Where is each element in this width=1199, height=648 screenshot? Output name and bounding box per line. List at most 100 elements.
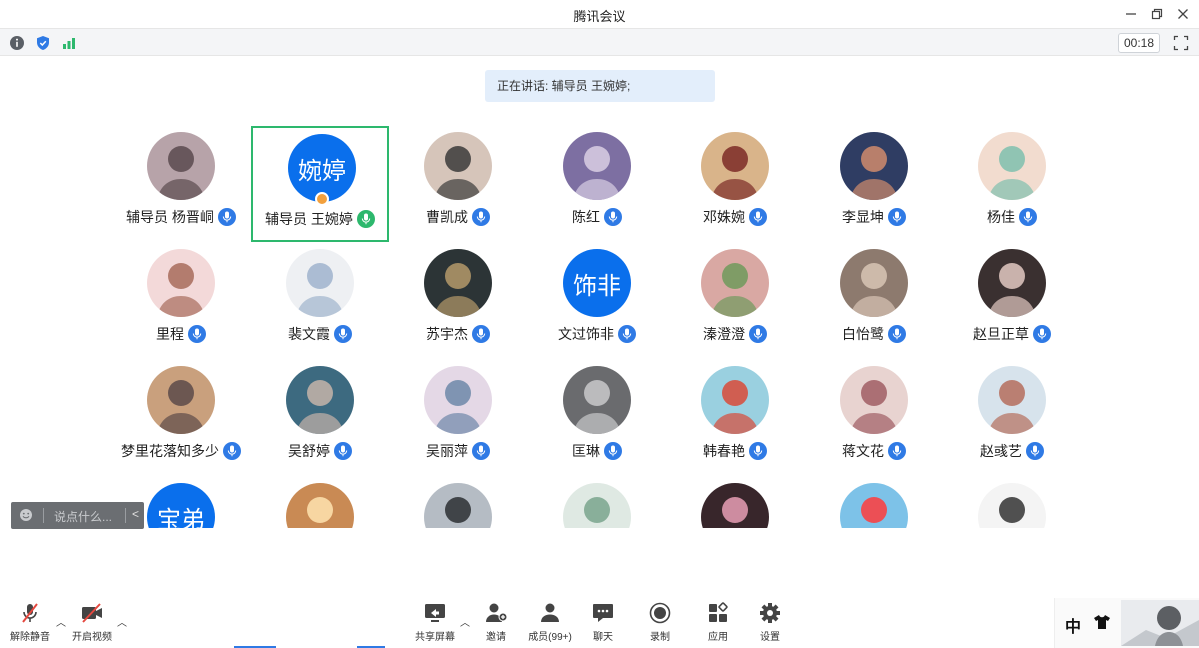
participant-tile[interactable]: 韩春艳 <box>666 360 804 476</box>
participant-tile[interactable]: 吴丽萍 <box>389 360 527 476</box>
skin-icon[interactable] <box>1093 614 1111 630</box>
participant-tile[interactable] <box>251 477 389 528</box>
participant-name-row: 吴舒婷 <box>251 441 389 461</box>
restore-button[interactable] <box>1144 3 1170 25</box>
mic-icon <box>749 442 767 460</box>
participant-name-row: 陈红 <box>528 207 666 227</box>
ime-toolbar[interactable]: 中 <box>1054 598 1199 648</box>
participant-name-row: 苏宇杰 <box>389 324 527 344</box>
participant-tile[interactable] <box>666 477 804 528</box>
signal-icon[interactable] <box>61 35 77 51</box>
participant-tile[interactable]: 杨佳 <box>943 126 1072 242</box>
mic-icon <box>188 325 206 343</box>
avatar <box>424 249 492 317</box>
participant-name-row: 杨佳 <box>943 207 1072 227</box>
ime-mode-indicator[interactable]: 中 <box>1065 613 1081 637</box>
avatar-photo <box>840 366 908 434</box>
participant-name-row: 梦里花落知多少 <box>112 441 250 461</box>
record-button[interactable]: 录制 <box>646 602 674 644</box>
participant-tile-speaking[interactable]: 婉婷 辅导员 王婉婷 <box>251 126 389 242</box>
unmute-button[interactable]: 解除静音 <box>8 602 52 644</box>
participant-tile[interactable]: 吴舒婷 <box>251 360 389 476</box>
record-icon <box>649 602 671 624</box>
avatar <box>147 132 215 200</box>
participant-tile[interactable] <box>528 477 666 528</box>
invite-button[interactable]: 邀请 <box>480 602 512 644</box>
participant-tile[interactable]: 李显坤 <box>805 126 943 242</box>
settings-label: 设置 <box>760 632 780 643</box>
avatar-photo <box>286 249 354 317</box>
participant-tile[interactable]: 赵旦正草 <box>943 243 1072 359</box>
mic-icon <box>217 208 236 226</box>
participant-name: 吴舒婷 <box>288 443 330 459</box>
participant-name: 里程 <box>156 326 184 342</box>
participant-name: 梦里花落知多少 <box>121 443 219 459</box>
chat-input-box[interactable]: 说点什么... < <box>11 502 144 529</box>
meeting-timer: 00:18 <box>1118 33 1160 53</box>
info-icon[interactable] <box>9 35 25 51</box>
participant-tile[interactable]: 饰非 文过饰非 <box>528 243 666 359</box>
close-button[interactable] <box>1170 3 1196 25</box>
start-video-button[interactable]: 开启视频 <box>70 602 114 644</box>
shield-icon[interactable] <box>35 35 51 51</box>
avatar-photo <box>978 366 1046 434</box>
participant-tile[interactable]: 曹凯成 <box>389 126 527 242</box>
avatar <box>978 483 1046 528</box>
share-options-chevron-icon[interactable]: ︿ <box>460 614 470 629</box>
collapse-chat-button[interactable]: < <box>132 507 139 521</box>
chat-button[interactable]: 聊天 <box>589 602 617 644</box>
avatar-photo <box>424 483 492 528</box>
minimize-button[interactable] <box>1118 3 1144 25</box>
participant-tile[interactable]: 匡琳 <box>528 360 666 476</box>
participant-tile[interactable]: 裴文霞 <box>251 243 389 359</box>
fullscreen-icon[interactable] <box>1173 35 1189 51</box>
participant-tile[interactable]: 蒋文花 <box>805 360 943 476</box>
host-badge-icon <box>315 192 329 206</box>
avatar <box>840 132 908 200</box>
share-screen-button[interactable]: 共享屏幕 <box>413 602 457 644</box>
participant-name-row: 蒋文花 <box>805 441 943 461</box>
avatar-photo <box>563 366 631 434</box>
audio-options-chevron-icon[interactable]: ︿ <box>56 614 66 629</box>
avatar-photo <box>424 132 492 200</box>
participant-tile[interactable]: 溱澄澄 <box>666 243 804 359</box>
participant-tile[interactable]: 里程 <box>112 243 250 359</box>
avatar-photo <box>286 483 354 528</box>
mic-icon <box>888 442 906 460</box>
avatar-initials: 婉婷 <box>298 157 346 185</box>
video-options-chevron-icon[interactable]: ︿ <box>117 614 127 629</box>
participant-name-row: 溱澄澄 <box>666 324 804 344</box>
avatar <box>286 249 354 317</box>
participant-name-row: 曹凯成 <box>389 207 527 227</box>
chat-placeholder[interactable]: 说点什么... <box>54 508 112 525</box>
ime-skin-image <box>1121 600 1199 646</box>
participant-tile[interactable]: 苏宇杰 <box>389 243 527 359</box>
mic-icon <box>472 208 490 226</box>
participant-tile[interactable]: 赵彧艺 <box>943 360 1072 476</box>
participant-tile[interactable] <box>389 477 527 528</box>
participant-tile[interactable]: 邓姝婉 <box>666 126 804 242</box>
participant-tile[interactable]: 陈红 <box>528 126 666 242</box>
participant-tile[interactable]: 辅导员 杨晋峒 <box>112 126 250 242</box>
mic-icon <box>223 442 241 460</box>
participant-name-row: 文过饰非 <box>528 324 666 344</box>
participant-tile[interactable]: 梦里花落知多少 <box>112 360 250 476</box>
avatar <box>840 483 908 528</box>
avatar-photo <box>286 366 354 434</box>
mic-icon <box>749 325 767 343</box>
settings-button[interactable]: 设置 <box>756 602 784 644</box>
avatar-photo <box>840 249 908 317</box>
participant-tile[interactable]: 白怡鹭 <box>805 243 943 359</box>
invite-icon <box>486 603 508 622</box>
participant-tile[interactable] <box>943 477 1072 528</box>
members-button[interactable]: 成员(99+) <box>525 602 575 644</box>
emoji-icon[interactable] <box>19 508 33 522</box>
avatar <box>701 132 769 200</box>
apps-button[interactable]: 应用 <box>704 602 732 644</box>
participant-name-row: 赵旦正草 <box>943 324 1072 344</box>
participant-tile[interactable] <box>805 477 943 528</box>
avatar-initials: 宝弟 <box>157 506 205 529</box>
participant-name-row: 韩春艳 <box>666 441 804 461</box>
participant-name-row: 辅导员 杨晋峒 <box>112 207 250 227</box>
avatar-photo <box>978 483 1046 528</box>
